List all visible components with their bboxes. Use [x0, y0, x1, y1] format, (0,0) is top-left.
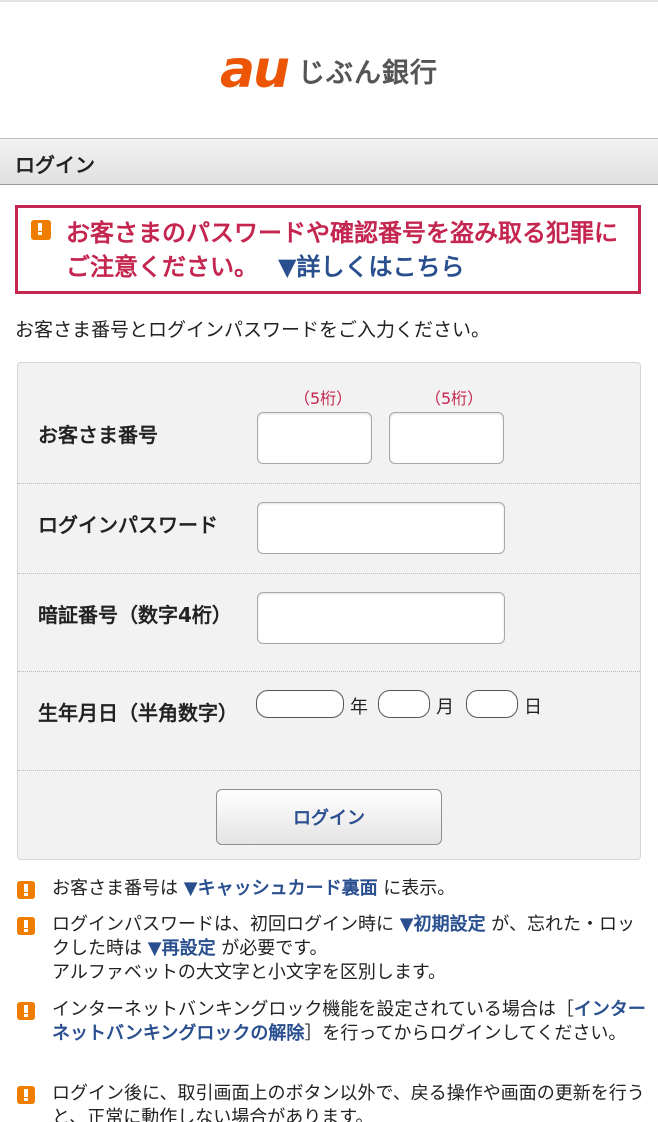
- cash-card-back-link[interactable]: ▼キャッシュカード裏面: [184, 878, 378, 899]
- row-divider: [18, 671, 640, 672]
- logo-au-mark: au: [219, 40, 290, 100]
- note-text: に表示。: [377, 878, 456, 899]
- row-divider: [18, 770, 640, 771]
- customer-number-hint-1: （5桁）: [294, 389, 353, 408]
- note-text: インターネットバンキングロック機能を設定されている場合は［: [52, 999, 574, 1020]
- fraud-details-link[interactable]: ▼詳しくはこちら: [278, 253, 464, 281]
- note-back-operation: ログイン後に、取引画面上のボタン以外で、戻る操作や画面の更新を行うと、正常に動作…: [17, 1082, 647, 1122]
- pin-label: 暗証番号（数字4桁）: [38, 603, 232, 627]
- customer-number-label: お客さま番号: [38, 423, 158, 447]
- birth-month-label: 月: [436, 697, 454, 718]
- exclamation-icon: [17, 917, 35, 935]
- note-customer-number: お客さま番号は ▼キャッシュカード裏面 に表示。: [17, 877, 647, 905]
- note-text: アルファベットの大文字と小文字を区別します。: [52, 962, 447, 983]
- exclamation-icon: [17, 1086, 35, 1104]
- login-button[interactable]: ログイン: [216, 789, 442, 845]
- note-text: ログインパスワードは、初回ログイン時に: [52, 914, 400, 935]
- birth-year-input[interactable]: [256, 690, 344, 718]
- logo-bank-name: じぶん銀行: [298, 57, 439, 89]
- password-input[interactable]: [257, 502, 505, 554]
- login-instruction: お客さま番号とログインパスワードをご入力ください。: [15, 319, 491, 341]
- fraud-warning-box: お客さまのパスワードや確認番号を盗み取る犯罪にご注意ください。 ▼詳しくはこちら: [15, 205, 641, 294]
- note-text: お客さま番号は: [52, 878, 184, 899]
- fraud-warning-text: お客さまのパスワードや確認番号を盗み取る犯罪にご注意ください。 ▼詳しくはこちら: [66, 216, 636, 284]
- birth-year-label: 年: [350, 697, 368, 718]
- birthdate-label: 生年月日（半角数字）: [38, 701, 238, 725]
- birth-day-label: 日: [524, 697, 542, 718]
- bank-logo[interactable]: au じぶん銀行: [0, 0, 658, 140]
- note-banking-lock: インターネットバンキングロック機能を設定されている場合は［インターネットバンキン…: [17, 998, 647, 1073]
- note-login-password: ログインパスワードは、初回ログイン時に ▼初期設定 が、忘れた・ロックした時は …: [17, 913, 647, 988]
- note-text: ログイン後に、取引画面上のボタン以外で、戻る操作や画面の更新を行うと、正常に動作…: [52, 1083, 645, 1122]
- exclamation-icon: [17, 1002, 35, 1020]
- birth-day-input[interactable]: [466, 690, 518, 718]
- note-text: が必要です。: [215, 938, 328, 959]
- login-form: （5桁） （5桁） お客さま番号 ログインパスワード 暗証番号（数字4桁） 生年…: [17, 362, 641, 860]
- customer-number-hint-2: （5桁）: [425, 389, 484, 408]
- page-title-bar: ログイン: [0, 138, 658, 185]
- row-divider: [18, 483, 640, 484]
- note-text: ］を行ってからログインしてください。: [304, 1023, 627, 1044]
- initial-setup-link[interactable]: ▼初期設定: [400, 914, 486, 935]
- reset-password-link[interactable]: ▼再設定: [148, 938, 216, 959]
- page-title: ログイン: [15, 153, 95, 177]
- password-label: ログインパスワード: [38, 513, 218, 537]
- exclamation-icon: [31, 220, 51, 240]
- pin-input[interactable]: [257, 592, 505, 644]
- birth-month-input[interactable]: [378, 690, 430, 718]
- customer-number-input-2[interactable]: [389, 412, 504, 464]
- customer-number-input-1[interactable]: [257, 412, 372, 464]
- row-divider: [18, 573, 640, 574]
- exclamation-icon: [17, 881, 35, 899]
